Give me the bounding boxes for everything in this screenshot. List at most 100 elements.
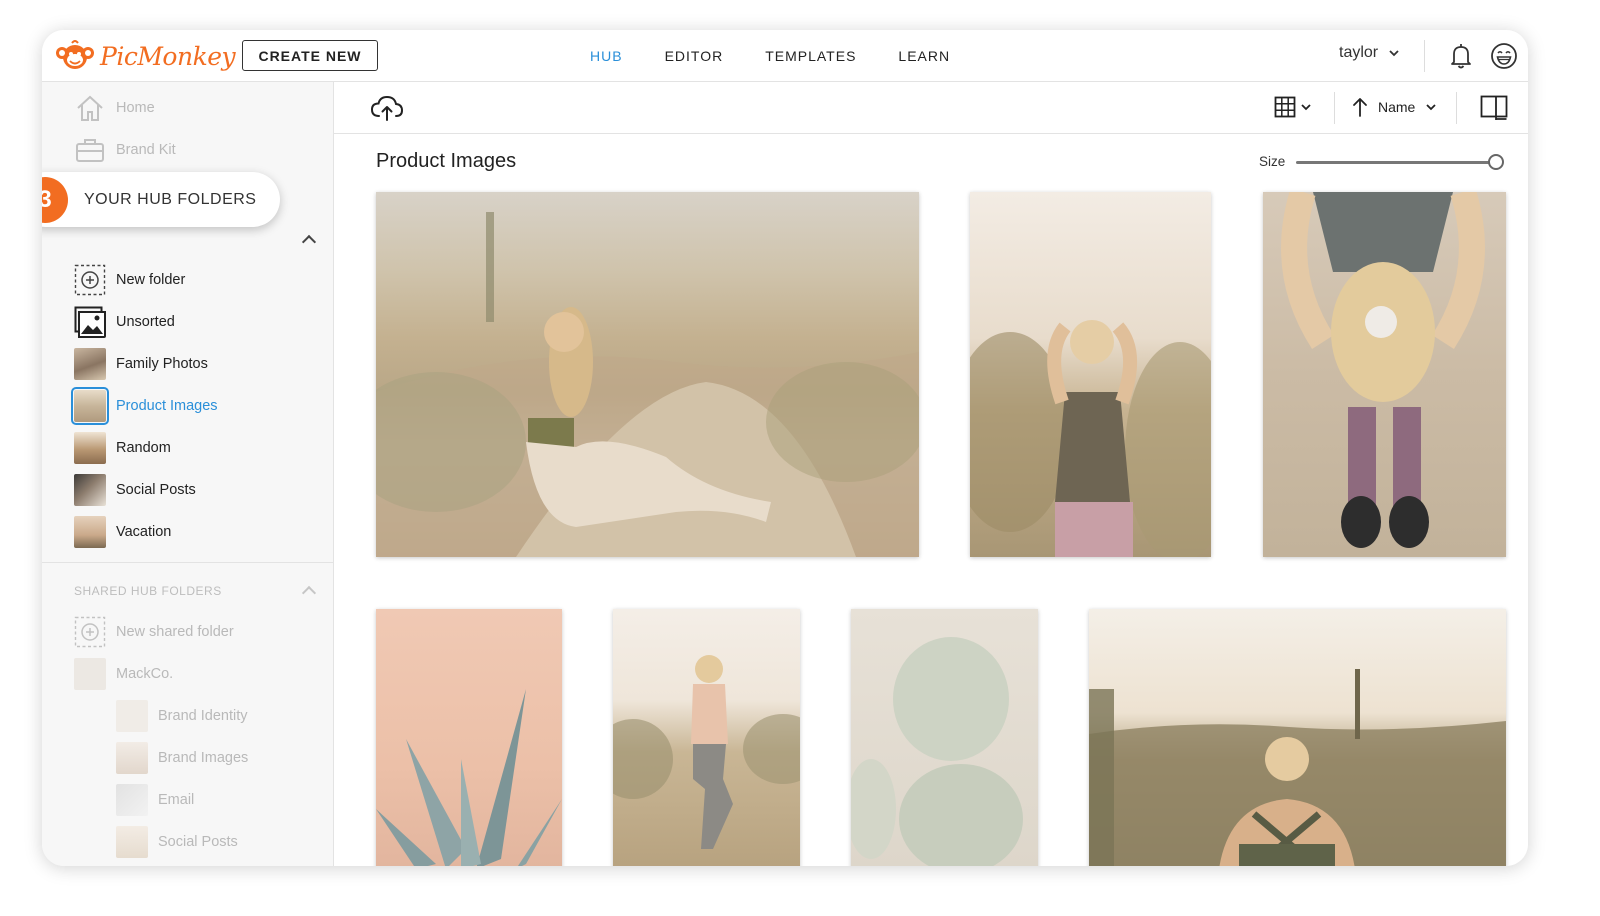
sidebar-item-label: Email [158, 792, 195, 808]
sidebar-item-mackco[interactable]: MackCo. [74, 658, 173, 690]
sidebar-item-vacation[interactable]: Vacation [74, 516, 171, 548]
folder-thumbnail [74, 432, 106, 464]
agave-plant-photo [376, 689, 562, 866]
sidebar-item-label: Brand Identity [158, 708, 248, 724]
sidebar-item-new-folder[interactable]: New folder [74, 264, 185, 296]
image-thumbnail[interactable] [851, 609, 1038, 866]
nav-editor[interactable]: EDITOR [665, 48, 724, 64]
folder-thumbnail [74, 474, 106, 506]
sidebar-item-home[interactable]: Home [74, 92, 155, 124]
sidebar-item-family-photos[interactable]: Family Photos [74, 348, 208, 380]
sidebar-item-label: Brand Images [158, 750, 249, 766]
sort-label: Name [1378, 99, 1416, 115]
sidebar-item-unsorted[interactable]: Unsorted [74, 306, 175, 338]
folder-thumbnail [74, 658, 106, 690]
logo-text: PicMonkey [100, 41, 236, 71]
sidebar-item-label: Unsorted [116, 314, 175, 330]
nav-learn[interactable]: LEARN [898, 48, 950, 64]
sidebar-item-label: Vacation [116, 524, 172, 540]
sidebar-item-brand-images[interactable]: Brand Images [116, 742, 248, 774]
desert-sitting-woman-photo [376, 212, 919, 557]
sidebar-item-label: New folder [116, 272, 186, 288]
shared-folders-heading: SHARED HUB FOLDERS [74, 584, 222, 598]
divider [1456, 92, 1457, 124]
folder-thumbnail [74, 348, 106, 380]
app-window: PicMonkey CREATE NEW HUB EDITOR TEMPLATE… [42, 30, 1528, 866]
briefcase-icon [76, 139, 104, 162]
grid-view-icon [1274, 96, 1296, 118]
hub-toolbar: Name [334, 82, 1528, 134]
home-icon [77, 95, 103, 121]
sidebar-item-label: Brand Kit [116, 142, 176, 158]
folder-thumbnail [74, 516, 106, 548]
add-folder-icon [74, 264, 106, 296]
user-menu[interactable]: taylor [1339, 44, 1400, 62]
chevron-down-icon [1301, 104, 1311, 111]
folder-thumbnail [116, 742, 148, 774]
create-new-button[interactable]: CREATE NEW [242, 40, 378, 71]
sidebar-item-email[interactable]: Email [116, 784, 194, 816]
user-name: taylor [1339, 44, 1379, 61]
folder-content: Product Images Size [334, 134, 1528, 866]
collapse-folders-chevron-icon[interactable] [301, 234, 317, 250]
image-thumbnail[interactable] [376, 192, 919, 557]
picmonkey-logo[interactable]: PicMonkey [54, 38, 236, 74]
size-slider-handle[interactable] [1488, 154, 1504, 170]
sidebar-item-social-posts[interactable]: Social Posts [74, 474, 196, 506]
size-slider-track[interactable] [1296, 161, 1496, 164]
sort-control[interactable]: Name [1352, 96, 1437, 118]
folder-thumbnail [71, 387, 109, 425]
sidebar-item-label: Social Posts [158, 834, 238, 850]
sidebar-item-product-images[interactable]: Product Images [71, 387, 218, 425]
smiley-icon[interactable] [1489, 41, 1519, 71]
prickly-pear-cactus-photo [851, 637, 1023, 866]
nav-templates[interactable]: TEMPLATES [765, 48, 856, 64]
sidebar-item-label: Family Photos [116, 356, 208, 372]
divider [42, 562, 334, 563]
sidebar-item-random[interactable]: Random [74, 432, 171, 464]
woman-tank-top-photo [970, 320, 1211, 557]
view-toggle[interactable] [1274, 96, 1312, 118]
top-bar: PicMonkey CREATE NEW HUB EDITOR TEMPLATE… [42, 30, 1528, 82]
sidebar-item-brand-identity[interactable]: Brand Identity [116, 700, 247, 732]
sort-arrow-up-icon [1353, 98, 1367, 117]
divider [1334, 92, 1335, 124]
bell-icon[interactable] [1446, 41, 1476, 71]
folder-thumbnail [116, 784, 148, 816]
monkey-logo-icon [56, 40, 94, 69]
sidebar-item-shared-social-posts[interactable]: Social Posts [116, 826, 238, 858]
collapse-shared-chevron-icon[interactable] [301, 585, 317, 601]
step-number-badge: 3 [42, 176, 68, 223]
sidebar-item-label: New shared folder [116, 624, 234, 640]
your-hub-folders-heading[interactable]: YOUR HUB FOLDERS [84, 191, 256, 209]
sidebar-item-label: Home [116, 100, 155, 116]
sidebar-item-label: Product Images [116, 398, 218, 414]
size-label: Size [1259, 154, 1286, 169]
sidebar-item-label: MackCo. [116, 666, 174, 682]
folder-thumbnail [116, 700, 148, 732]
chevron-down-icon [1389, 50, 1399, 57]
image-thumbnail[interactable] [376, 609, 562, 866]
sidebar-item-new-shared-folder[interactable]: New shared folder [74, 616, 234, 648]
chevron-down-icon [1426, 104, 1436, 111]
nav-hub[interactable]: HUB [590, 48, 623, 64]
step-callout: 3 YOUR HUB FOLDERS [42, 172, 280, 227]
details-panel-icon[interactable] [1480, 95, 1508, 121]
woman-stretching-photo [1281, 192, 1485, 548]
image-thumbnail[interactable] [1263, 192, 1506, 557]
divider [1424, 40, 1425, 72]
folder-thumbnail [116, 826, 148, 858]
image-thumbnail[interactable] [970, 192, 1211, 557]
image-thumbnail[interactable] [1089, 609, 1506, 866]
add-folder-icon [74, 616, 106, 648]
sidebar-item-brand-kit[interactable]: Brand Kit [74, 134, 176, 166]
photos-icon [74, 306, 106, 338]
image-thumbnail[interactable] [613, 609, 800, 866]
woman-sunset-back-photo [1089, 669, 1506, 866]
cloud-upload-icon[interactable] [370, 94, 404, 122]
folder-title: Product Images [376, 150, 517, 172]
woman-yoga-tree-pose-photo [613, 655, 800, 849]
sidebar-item-label: Social Posts [116, 482, 196, 498]
sidebar-item-label: Random [116, 440, 171, 456]
main-nav: HUB EDITOR TEMPLATES LEARN [590, 30, 950, 82]
